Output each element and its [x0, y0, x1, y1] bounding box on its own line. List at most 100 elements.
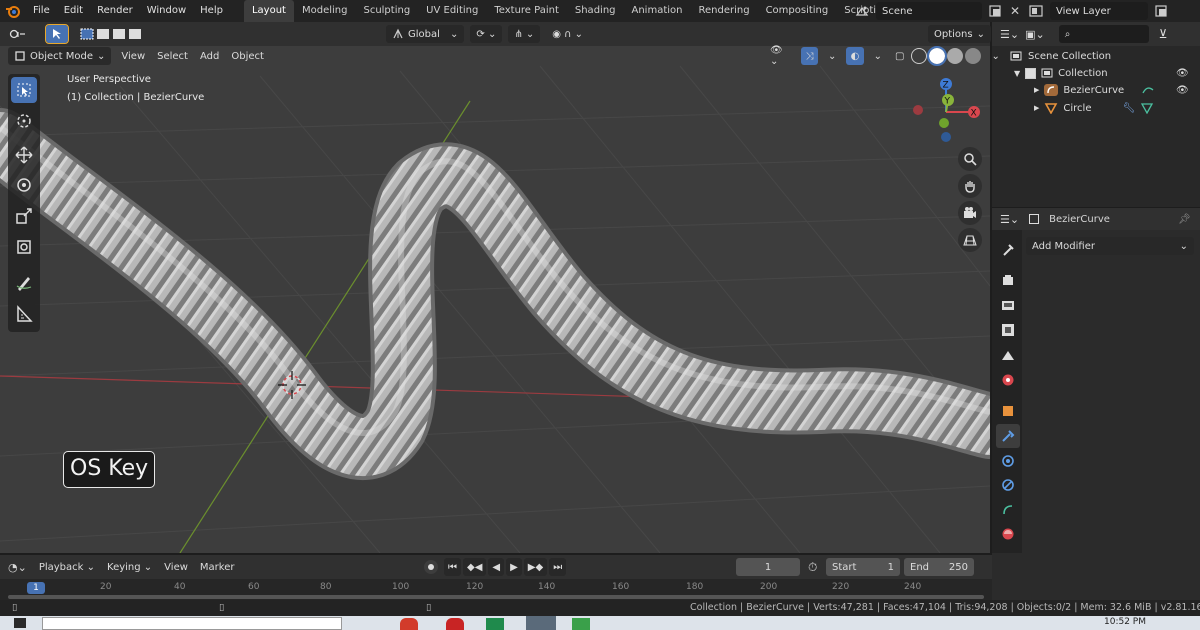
windows-start-icon[interactable]	[14, 618, 26, 628]
zoom-icon[interactable]	[958, 147, 982, 171]
view-layer-field[interactable]: View Layer	[1050, 2, 1148, 20]
data-properties-icon[interactable]	[996, 498, 1020, 522]
options-button[interactable]: Options ⌄	[928, 25, 991, 43]
playback-dropdown[interactable]: Playback ⌄	[33, 558, 101, 576]
prev-keyframe-icon[interactable]: ◆◀	[463, 558, 487, 576]
transform-tool-button[interactable]	[11, 234, 37, 260]
record-button[interactable]	[424, 560, 438, 574]
expand-arrow-icon[interactable]: ▶	[1034, 104, 1039, 112]
tab-texture-paint[interactable]: Texture Paint	[486, 0, 567, 22]
outliner-editor-type-icon[interactable]: ☰⌄	[1000, 28, 1019, 41]
transform-orientation-dropdown[interactable]: Global ⌄	[386, 25, 465, 43]
tab-modeling[interactable]: Modeling	[294, 0, 356, 22]
eye-icon[interactable]: 👁︎	[1176, 85, 1189, 96]
xray-toggle-button[interactable]: ▢	[892, 47, 907, 65]
selection-mode-buttons[interactable]	[74, 25, 150, 43]
playback-controls[interactable]: ⏮ ◆◀ ◀ ▶ ▶◆ ⏭	[444, 558, 567, 576]
physics-properties-icon[interactable]	[996, 473, 1020, 497]
start-frame-field[interactable]: Start 1	[826, 558, 900, 576]
taskbar-blender-icon[interactable]	[526, 616, 556, 630]
current-frame-field[interactable]: 1	[736, 558, 800, 576]
world-properties-icon[interactable]	[996, 368, 1020, 392]
expand-arrow-icon[interactable]: ▼	[1014, 69, 1020, 78]
taskbar-app-icon[interactable]	[486, 618, 504, 630]
annotate-tool-button[interactable]	[11, 270, 37, 296]
timeline-scrollbar[interactable]	[8, 595, 984, 599]
outliner-search-input[interactable]: ⌕	[1058, 25, 1149, 43]
playhead[interactable]: 1	[27, 582, 45, 594]
end-frame-field[interactable]: End 250	[904, 558, 974, 576]
wireframe-shading-icon[interactable]	[911, 48, 928, 64]
taskbar-app-icon[interactable]	[572, 618, 590, 630]
proportional-editing-button[interactable]: ◉ ∩ ⌄	[546, 25, 589, 43]
menu-window[interactable]: Window	[140, 0, 193, 22]
tool-properties-icon[interactable]	[996, 238, 1020, 262]
shading-mode-buttons[interactable]	[911, 46, 982, 66]
scene-properties-icon[interactable]	[996, 343, 1020, 367]
menu-view[interactable]: View	[115, 47, 151, 65]
particle-properties-icon[interactable]	[996, 449, 1020, 473]
output-properties-icon[interactable]	[996, 293, 1020, 317]
new-scene-icon[interactable]	[986, 2, 1004, 20]
tab-rendering[interactable]: Rendering	[690, 0, 757, 22]
display-mode-icon[interactable]: ▣⌄	[1025, 28, 1045, 41]
menu-object[interactable]: Object	[225, 47, 270, 65]
play-icon[interactable]: ▶	[506, 558, 522, 576]
menu-edit[interactable]: Edit	[57, 0, 90, 22]
new-view-layer-icon[interactable]	[1152, 2, 1170, 20]
taskbar-app-icon[interactable]	[400, 618, 418, 630]
material-properties-icon[interactable]	[996, 522, 1020, 546]
material-shading-icon[interactable]	[947, 48, 964, 64]
select-tool-button[interactable]	[11, 77, 37, 103]
taskbar-search-box[interactable]	[42, 617, 342, 630]
tab-uv-editing[interactable]: UV Editing	[418, 0, 486, 22]
add-modifier-dropdown[interactable]: Add Modifier ⌄	[1026, 237, 1194, 255]
menu-render[interactable]: Render	[90, 0, 140, 22]
tab-layout[interactable]: Layout	[243, 0, 294, 22]
rendered-shading-icon[interactable]	[965, 48, 982, 64]
outliner-row-beziercurve[interactable]: ▶ BezierCurve 👁︎	[1034, 81, 1200, 99]
jump-end-icon[interactable]: ⏭	[549, 558, 567, 576]
3d-viewport[interactable]: User Perspective (1) Collection | Bezier…	[0, 46, 990, 553]
cursor-tool-button[interactable]	[11, 108, 37, 134]
snap-dropdown[interactable]: ⋔ ⌄	[508, 25, 541, 43]
outliner-row-collection[interactable]: ▼ Collection 👁︎	[1014, 64, 1200, 82]
overlay-toggle-button[interactable]: ◐	[846, 47, 864, 65]
measure-tool-button[interactable]	[11, 301, 37, 327]
jump-start-icon[interactable]: ⏮	[444, 558, 461, 576]
eye-icon[interactable]: 👁︎	[1176, 68, 1189, 79]
ortho-toggle-icon[interactable]	[958, 228, 982, 252]
pivot-point-dropdown[interactable]: ⟳ ⌄	[470, 25, 503, 43]
filter-icon[interactable]: ⊻	[1159, 27, 1168, 41]
pin-icon[interactable]: 📌︎	[1178, 214, 1191, 225]
mode-dropdown[interactable]: Object Mode ⌄	[8, 47, 112, 65]
blender-logo-icon[interactable]	[0, 0, 26, 22]
properties-editor-type-icon[interactable]: ☰⌄	[1000, 213, 1019, 226]
next-keyframe-icon[interactable]: ▶◆	[523, 558, 548, 576]
outliner-row-scene-collection[interactable]: Scene Collection	[1010, 47, 1111, 65]
keying-dropdown[interactable]: Keying ⌄	[101, 558, 158, 576]
render-properties-icon[interactable]	[996, 268, 1020, 292]
menu-help[interactable]: Help	[193, 0, 230, 22]
pan-hand-icon[interactable]	[958, 174, 982, 198]
tab-animation[interactable]: Animation	[624, 0, 691, 22]
delete-scene-icon[interactable]: ✕	[1008, 2, 1022, 20]
taskbar-app-icon[interactable]	[446, 618, 464, 630]
move-tool-button[interactable]	[11, 142, 37, 168]
scene-field[interactable]: Scene	[876, 2, 982, 20]
play-reverse-icon[interactable]: ◀	[488, 558, 505, 576]
visibility-dropdown[interactable]: 👁︎ ⌄	[764, 45, 797, 67]
solid-shading-icon[interactable]	[927, 46, 948, 66]
tab-sculpting[interactable]: Sculpting	[355, 0, 418, 22]
select-box-tool-button[interactable]	[45, 24, 69, 44]
gizmo-dropdown[interactable]: ⌄	[822, 47, 842, 65]
stopwatch-icon[interactable]: ⏱	[808, 560, 817, 575]
camera-view-icon[interactable]	[958, 201, 982, 225]
shading-dropdown[interactable]: ⌄	[985, 47, 1005, 65]
scene-icon[interactable]	[852, 2, 872, 20]
overlay-dropdown[interactable]: ⌄	[868, 47, 888, 65]
tab-shading[interactable]: Shading	[567, 0, 624, 22]
menu-select[interactable]: Select	[151, 47, 194, 65]
gizmo-toggle-button[interactable]: ⤨	[800, 47, 819, 65]
rotate-tool-button[interactable]	[11, 172, 37, 198]
